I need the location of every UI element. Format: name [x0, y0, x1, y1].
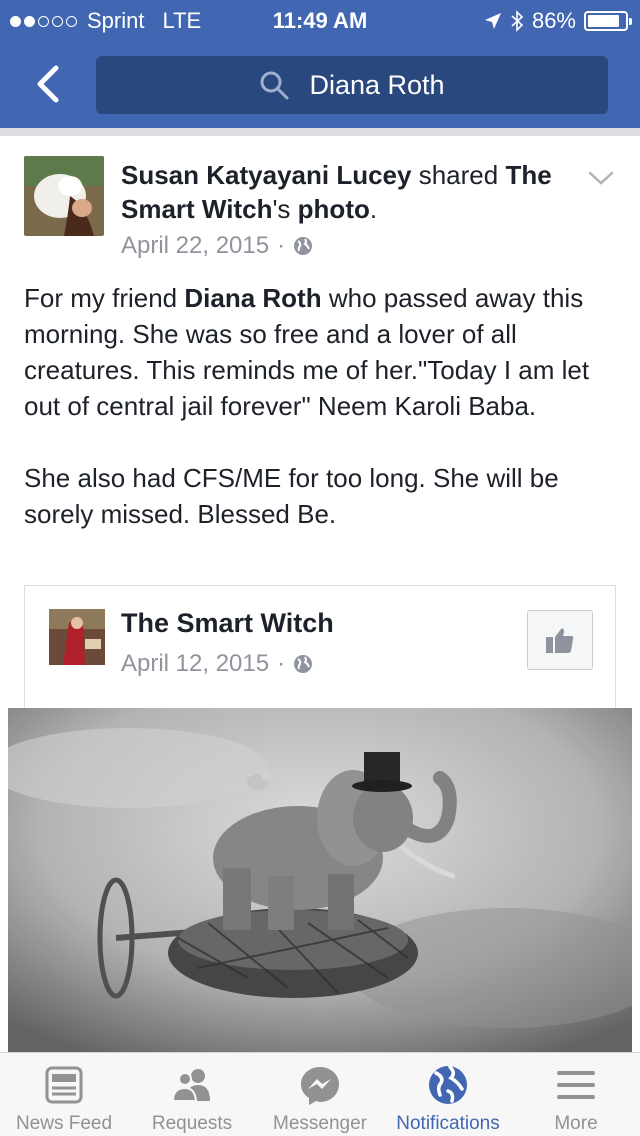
elephant-in-nest-image [8, 708, 632, 1052]
header-period: . [369, 194, 378, 224]
tab-label: News Feed [15, 1113, 113, 1134]
tab-notifications[interactable]: Notifications [384, 1053, 512, 1136]
feed-divider [0, 128, 640, 136]
thumbs-up-icon [546, 628, 574, 653]
share-action: shared [418, 160, 499, 190]
author-name[interactable]: Susan Katyayani Lucey [121, 160, 411, 190]
globe-icon [429, 1065, 467, 1104]
tab-messenger[interactable]: Messenger [256, 1053, 384, 1136]
shared-photo[interactable] [8, 708, 632, 1052]
tab-label: More [554, 1113, 598, 1134]
post-paragraph-1: For my friend Diana Roth who passed away… [24, 283, 590, 421]
bluetooth-icon [511, 10, 524, 32]
shared-post-date[interactable]: April 12, 2015 [121, 650, 269, 678]
possessive-suffix: 's [272, 194, 291, 224]
friend-requests-icon [171, 1069, 210, 1102]
public-globe-icon [294, 237, 313, 255]
battery-icon [584, 11, 632, 31]
post-header: Susan Katyayani Lucey shared The Smart W… [121, 158, 571, 226]
like-page-button[interactable] [527, 610, 593, 670]
messenger-icon [301, 1067, 339, 1105]
top-bar: Sprint LTE 11:49 AM 86% Diana Roth [0, 0, 640, 128]
post-body: For my friend Diana Roth who passed away… [24, 280, 624, 532]
tab-label: Requests [151, 1113, 233, 1134]
status-bar: Sprint LTE 11:49 AM 86% [0, 0, 640, 40]
tab-news-feed[interactable]: News Feed [0, 1053, 128, 1136]
tab-requests[interactable]: Requests [128, 1053, 256, 1136]
shared-object-link[interactable]: photo [298, 194, 370, 224]
search-icon [260, 71, 289, 100]
tagged-name[interactable]: Diana Roth [184, 283, 321, 313]
meta-separator: · [277, 232, 286, 259]
feed-post: Susan Katyayani Lucey shared The Smart W… [0, 136, 640, 1052]
post-date[interactable]: April 22, 2015 [121, 232, 269, 260]
author-avatar[interactable] [24, 156, 104, 236]
bottom-tab-bar: News Feed Requests Messenger Notificatio… [0, 1052, 640, 1136]
location-arrow-icon [484, 13, 501, 29]
back-chevron-icon[interactable] [28, 62, 68, 106]
tab-label: Messenger [273, 1113, 367, 1134]
search-query: Diana Roth [309, 69, 445, 100]
news-feed-icon [45, 1066, 83, 1104]
shared-post-card[interactable]: The Smart Witch April 12, 2015 · [24, 585, 616, 709]
menu-icon [557, 1071, 595, 1099]
tab-more[interactable]: More [512, 1053, 640, 1136]
shared-post-meta: April 12, 2015 · [121, 650, 313, 678]
search-bar[interactable]: Diana Roth [96, 56, 608, 114]
post-options-chevron-icon[interactable] [588, 170, 614, 186]
shared-page-title[interactable]: The Smart Witch [121, 608, 334, 639]
shared-meta-separator: · [277, 650, 286, 677]
shared-page-avatar[interactable] [49, 609, 105, 665]
post-paragraph-2: She also had CFS/ME for too long. She wi… [24, 463, 559, 529]
tab-label: Notifications [396, 1113, 500, 1134]
battery-percent: 86% [531, 8, 576, 33]
shared-public-globe-icon [294, 655, 313, 673]
post-meta: April 22, 2015 · [121, 232, 313, 260]
